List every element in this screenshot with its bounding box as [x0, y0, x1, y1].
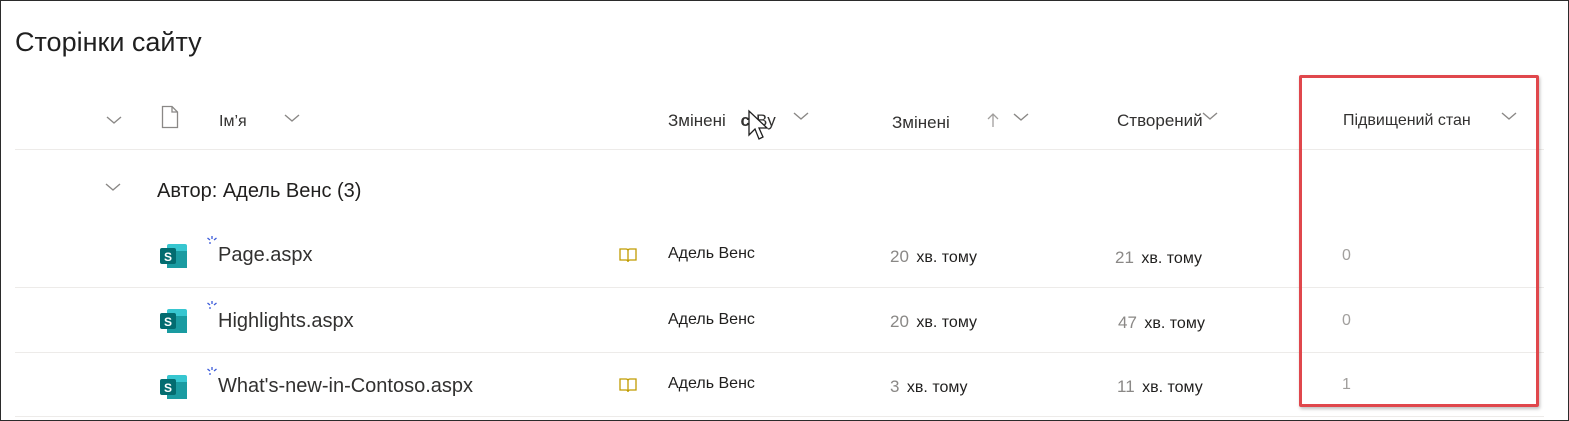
book-icon: [618, 246, 638, 269]
group-collapse-chevron-icon[interactable]: [104, 181, 122, 193]
page-title: Сторінки сайту: [15, 27, 202, 57]
modified-by-cell[interactable]: Адель Венс: [668, 375, 755, 393]
created-unit: хв. тому: [1141, 250, 1202, 267]
modified-cell: 20 хв. тому: [890, 312, 977, 332]
svg-text:S: S: [164, 381, 172, 395]
chevron-down-icon[interactable]: [792, 110, 810, 122]
sort-ascending-arrow-icon[interactable]: [986, 111, 1000, 134]
new-item-sparkle-icon: [206, 299, 218, 311]
chevron-down-icon[interactable]: [1201, 110, 1219, 122]
mouse-pointer-icon: [747, 109, 769, 148]
created-cell: 11 хв. тому: [1117, 377, 1203, 397]
modified-value: 3: [890, 377, 900, 396]
column-header-modified[interactable]: Змінені: [892, 113, 950, 133]
modified-cell: 20 хв. тому: [890, 247, 977, 267]
created-cell: 47 хв. тому: [1118, 313, 1205, 333]
new-item-sparkle-icon: [206, 234, 218, 246]
site-pages-library: Сторінки сайту Ім’я Змінені сBy Змінені: [0, 0, 1569, 421]
modified-value: 20: [890, 247, 909, 266]
created-value: 47: [1118, 313, 1137, 332]
sharepoint-page-icon: S: [159, 242, 189, 270]
sharepoint-page-icon: S: [159, 307, 189, 335]
file-type-column-icon[interactable]: [161, 105, 179, 134]
file-name-link[interactable]: What's-new-in-Contoso.aspx: [218, 375, 473, 398]
file-name-link[interactable]: Page.aspx: [218, 244, 313, 267]
created-unit: хв. тому: [1142, 379, 1203, 396]
modified-value: 20: [890, 312, 909, 331]
column-header-created[interactable]: Створений: [1117, 111, 1203, 131]
column-header-name[interactable]: Ім’я: [219, 113, 247, 131]
created-cell: 21 хв. тому: [1115, 248, 1202, 268]
modified-by-cell[interactable]: Адель Венс: [668, 311, 755, 329]
modified-cell: 3 хв. тому: [890, 377, 968, 397]
row-divider: [15, 416, 1544, 417]
svg-text:S: S: [164, 250, 172, 264]
modified-by-cell[interactable]: Адель Венс: [668, 245, 755, 263]
column-header-modified-by-label: Змінені: [668, 111, 726, 130]
new-item-sparkle-icon: [206, 365, 218, 377]
group-header[interactable]: Автор: Адель Венс (3): [157, 180, 361, 203]
chevron-down-icon[interactable]: [1012, 111, 1030, 123]
book-icon: [618, 376, 638, 399]
created-unit: хв. тому: [1144, 315, 1205, 332]
modified-unit: хв. тому: [906, 379, 968, 396]
svg-text:S: S: [164, 315, 172, 329]
file-name-link[interactable]: Highlights.aspx: [218, 310, 354, 333]
chevron-down-icon[interactable]: [283, 112, 301, 124]
modified-unit: хв. тому: [916, 314, 977, 331]
sharepoint-page-icon: S: [159, 373, 189, 401]
promoted-state-highlight-annotation: [1299, 75, 1539, 407]
created-value: 11: [1117, 377, 1135, 396]
created-value: 21: [1115, 248, 1134, 267]
modified-unit: хв. тому: [916, 249, 977, 266]
select-all-chevron-icon[interactable]: [105, 114, 123, 126]
